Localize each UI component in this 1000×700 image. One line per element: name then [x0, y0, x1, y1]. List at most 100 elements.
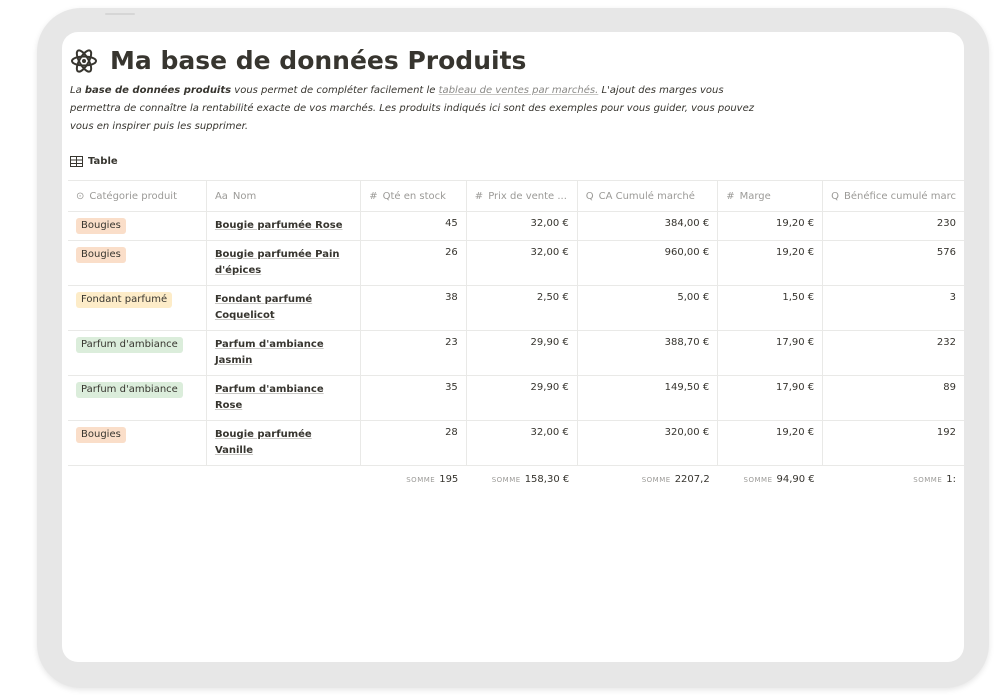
view-label: Table: [88, 156, 118, 167]
stock-cell[interactable]: 45: [360, 211, 467, 241]
sales-table-link[interactable]: tableau de ventes par marchés.: [439, 85, 599, 96]
rollup-property-icon: Q: [585, 190, 594, 202]
rollup-property-icon: Q: [831, 190, 840, 202]
margin-cell[interactable]: 19,20 €: [717, 240, 824, 286]
description-text: vous permet de compléter facilement le: [231, 85, 439, 96]
sum-row: SOMME 195 SOMME 158,30 € SOMME 2207,2 SOMME…: [68, 466, 964, 492]
category-cell[interactable]: Parfum d'ambiance: [68, 375, 207, 421]
column-header-categorie[interactable]: ⊙ Catégorie produit: [68, 180, 207, 212]
category-cell[interactable]: Bougies: [68, 211, 207, 241]
profit-cell[interactable]: 576: [822, 240, 964, 286]
atom-icon: [71, 48, 97, 73]
stock-cell[interactable]: 35: [360, 375, 467, 421]
table-row[interactable]: Bougies Bougie parfumée Pain d'épices 26…: [68, 240, 964, 286]
sum-profit[interactable]: SOMME 1:: [823, 466, 964, 492]
product-name[interactable]: Bougie parfumée Pain d'épices: [215, 249, 340, 276]
price-cell[interactable]: 32,00 €: [466, 420, 578, 466]
product-name[interactable]: Parfum d'ambiance Jasmin: [215, 339, 324, 366]
sum-value: 1:: [946, 474, 956, 485]
revenue-cell[interactable]: 960,00 €: [577, 240, 719, 286]
category-cell[interactable]: Fondant parfumé: [68, 285, 207, 331]
margin-cell[interactable]: 17,90 €: [717, 330, 824, 376]
margin-cell[interactable]: 17,90 €: [717, 375, 824, 421]
text-property-icon: Aa: [214, 190, 228, 202]
name-cell[interactable]: Bougie parfumée Vanille: [206, 420, 362, 466]
sum-margin[interactable]: SOMME 94,90 €: [718, 466, 823, 492]
category-cell[interactable]: Bougies: [68, 420, 207, 466]
sum-label: SOMME: [743, 476, 773, 484]
name-cell[interactable]: Parfum d'ambiance Jasmin: [206, 330, 362, 376]
table-row[interactable]: Parfum d'ambiance Parfum d'ambiance Jasm…: [68, 330, 964, 376]
price-cell[interactable]: 29,90 €: [466, 375, 578, 421]
margin-cell[interactable]: 19,20 €: [717, 211, 824, 241]
view-tab-table[interactable]: Table: [70, 156, 118, 167]
sum-label: SOMME: [491, 476, 521, 484]
revenue-cell[interactable]: 384,00 €: [577, 211, 719, 241]
column-header-prix[interactable]: # Prix de vente ...: [466, 180, 578, 212]
revenue-cell[interactable]: 320,00 €: [577, 420, 719, 466]
price-cell[interactable]: 32,00 €: [466, 240, 578, 286]
notion-page: Ma base de données Produits La base de d…: [62, 32, 964, 662]
description-text: La: [70, 85, 85, 96]
revenue-cell[interactable]: 388,70 €: [577, 330, 719, 376]
name-cell[interactable]: Parfum d'ambiance Rose: [206, 375, 362, 421]
column-label: Qté en stock: [382, 190, 446, 202]
column-label: Bénéfice cumulé marc: [844, 190, 956, 202]
price-cell[interactable]: 29,90 €: [466, 330, 578, 376]
category-tag: Bougies: [76, 247, 126, 263]
category-tag: Bougies: [76, 218, 126, 234]
tablet-top-mark: [105, 0, 180, 34]
category-cell[interactable]: Bougies: [68, 240, 207, 286]
stock-cell[interactable]: 28: [360, 420, 467, 466]
column-header-qte[interactable]: # Qté en stock: [360, 180, 467, 212]
sum-revenue[interactable]: SOMME 2207,2: [577, 466, 717, 492]
sum-price[interactable]: SOMME 158,30 €: [466, 466, 577, 492]
table-header: ⊙ Catégorie produit Aa Nom # Qté en stock #…: [68, 180, 964, 212]
name-cell[interactable]: Fondant parfumé Coquelicot: [206, 285, 362, 331]
sum-label: SOMME: [913, 476, 943, 484]
product-name[interactable]: Bougie parfumée Rose: [215, 220, 343, 231]
price-cell[interactable]: 32,00 €: [466, 211, 578, 241]
profit-cell[interactable]: 192: [822, 420, 964, 466]
product-name[interactable]: Fondant parfumé Coquelicot: [215, 294, 312, 321]
table-row[interactable]: Bougies Bougie parfumée Vanille 28 32,00…: [68, 420, 964, 466]
sum-value: 195: [439, 474, 459, 485]
column-label: Prix de vente ...: [488, 190, 567, 202]
number-property-icon: #: [726, 190, 735, 202]
product-name[interactable]: Bougie parfumée Vanille: [215, 429, 312, 456]
name-cell[interactable]: Bougie parfumée Rose: [206, 211, 362, 241]
number-property-icon: #: [369, 190, 378, 202]
margin-cell[interactable]: 1,50 €: [717, 285, 824, 331]
category-tag: Fondant parfumé: [76, 292, 173, 308]
table-row[interactable]: Fondant parfumé Fondant parfumé Coquelic…: [68, 285, 964, 331]
profit-cell[interactable]: 89: [822, 375, 964, 421]
revenue-cell[interactable]: 149,50 €: [577, 375, 719, 421]
category-tag: Parfum d'ambiance: [76, 337, 183, 353]
column-header-benefice[interactable]: Q Bénéfice cumulé marc: [822, 180, 964, 212]
table-row[interactable]: Bougies Bougie parfumée Rose 45 32,00 € …: [68, 211, 964, 241]
column-header-nom[interactable]: Aa Nom: [206, 180, 362, 212]
sum-value: 158,30 €: [524, 474, 570, 485]
table-row[interactable]: Parfum d'ambiance Parfum d'ambiance Rose…: [68, 375, 964, 421]
margin-cell[interactable]: 19,20 €: [717, 420, 824, 466]
column-label: Nom: [232, 190, 257, 202]
name-cell[interactable]: Bougie parfumée Pain d'épices: [206, 240, 362, 286]
profit-cell[interactable]: 232: [822, 330, 964, 376]
stock-cell[interactable]: 23: [360, 330, 467, 376]
table-icon: [70, 156, 83, 167]
column-header-marge[interactable]: # Marge: [717, 180, 824, 212]
revenue-cell[interactable]: 5,00 €: [577, 285, 719, 331]
category-cell[interactable]: Parfum d'ambiance: [68, 330, 207, 376]
column-header-ca[interactable]: Q CA Cumulé marché: [577, 180, 719, 212]
price-cell[interactable]: 2,50 €: [466, 285, 578, 331]
profit-cell[interactable]: 230: [822, 211, 964, 241]
description-bold: base de données produits: [84, 85, 232, 96]
stock-cell[interactable]: 26: [360, 240, 467, 286]
product-name[interactable]: Parfum d'ambiance Rose: [215, 384, 324, 411]
sum-empty: [206, 466, 360, 492]
profit-cell[interactable]: 3: [822, 285, 964, 331]
stock-cell[interactable]: 38: [360, 285, 467, 331]
sum-stock[interactable]: SOMME 195: [361, 466, 467, 492]
number-property-icon: #: [474, 190, 484, 202]
page-title-text: Ma base de données Produits: [110, 46, 527, 75]
